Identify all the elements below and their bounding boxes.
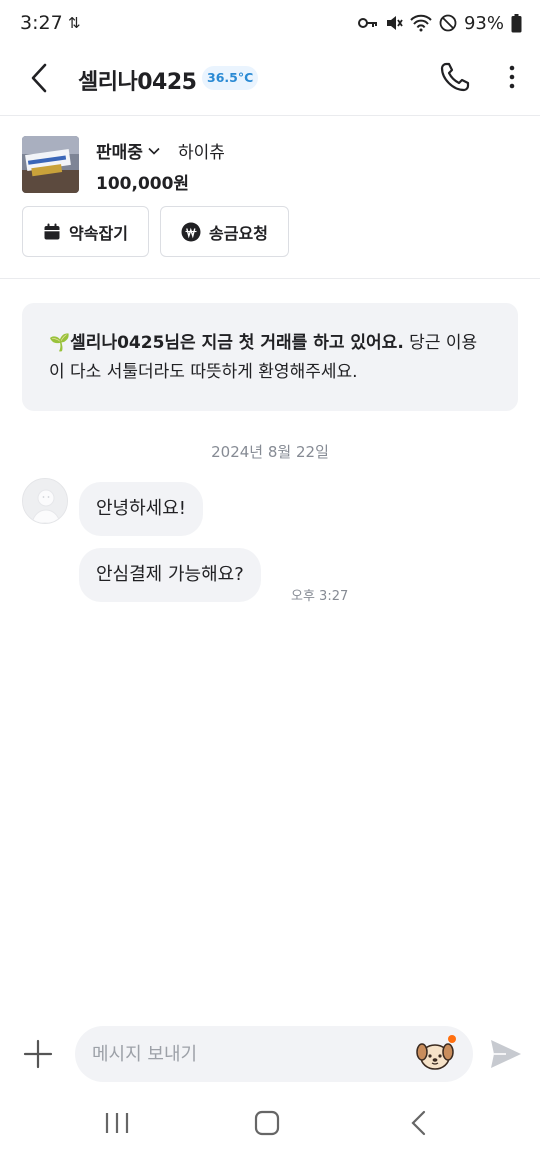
received-message-bubble[interactable]: 안녕하세요! bbox=[79, 482, 204, 536]
product-price: 100,000원 bbox=[96, 174, 190, 194]
back-button[interactable] bbox=[24, 62, 56, 94]
more-options-button[interactable] bbox=[498, 60, 526, 94]
request-transfer-label: 송금요청 bbox=[209, 223, 268, 243]
home-button[interactable] bbox=[254, 1110, 280, 1136]
emoticon-button[interactable] bbox=[416, 1038, 454, 1072]
message-timestamp: 오후 3:27 bbox=[291, 589, 349, 604]
make-appointment-label: 약속잡기 bbox=[69, 223, 128, 243]
chat-partner-name[interactable]: 셀리나0425 bbox=[78, 64, 197, 96]
partner-avatar[interactable] bbox=[22, 478, 68, 524]
call-button[interactable] bbox=[438, 60, 472, 94]
new-emoticon-dot bbox=[448, 1035, 456, 1043]
phone-icon bbox=[440, 62, 470, 92]
chat-header: 셀리나0425 36.5°C bbox=[0, 48, 540, 116]
wifi-icon bbox=[410, 14, 432, 32]
won-coin-icon bbox=[181, 222, 201, 241]
default-avatar-icon bbox=[23, 479, 67, 523]
plus-icon bbox=[23, 1039, 53, 1069]
send-icon bbox=[491, 1040, 521, 1068]
puppy-emoticon-icon bbox=[416, 1043, 454, 1070]
sprout-emoji: 🌱 bbox=[49, 333, 71, 353]
home-icon bbox=[254, 1110, 280, 1136]
key-icon bbox=[357, 17, 378, 29]
chevron-down-icon bbox=[148, 147, 160, 155]
attach-button[interactable] bbox=[22, 1038, 54, 1070]
battery-percent: 93% bbox=[463, 12, 504, 34]
first-trade-notice: 🌱셀리나0425님은 지금 첫 거래를 하고 있어요. 당근 이용이 다소 서툴… bbox=[22, 303, 518, 411]
message-input-container bbox=[75, 1026, 473, 1082]
notice-bold-text: 셀리나0425님은 지금 첫 거래를 하고 있어요. bbox=[70, 333, 404, 353]
status-time: 3:27 bbox=[20, 12, 63, 34]
sale-status-label: 판매중 bbox=[96, 143, 143, 163]
status-icons: 93% bbox=[357, 10, 522, 36]
request-transfer-button[interactable]: 송금요청 bbox=[160, 206, 289, 257]
received-message-bubble[interactable]: 안심결제 가능해요? bbox=[79, 548, 261, 602]
mute-icon bbox=[385, 14, 403, 32]
date-separator: 2024년 8월 22일 bbox=[211, 443, 329, 461]
product-card: 판매중 하이츄 100,000원 약속잡기 송금요청 bbox=[0, 116, 540, 279]
product-name[interactable]: 하이츄 bbox=[178, 138, 225, 163]
message-input[interactable] bbox=[92, 1026, 412, 1082]
chevron-left-icon bbox=[411, 1110, 426, 1136]
system-navigation-bar bbox=[0, 1090, 540, 1158]
recents-icon bbox=[105, 1113, 129, 1133]
battery-icon bbox=[511, 13, 522, 33]
send-button[interactable] bbox=[489, 1038, 523, 1070]
sync-icon: ⇅ bbox=[68, 14, 81, 32]
back-arrow-icon bbox=[31, 63, 47, 93]
do-not-disturb-icon bbox=[439, 14, 457, 32]
calendar-icon bbox=[44, 223, 60, 239]
manner-temperature-badge: 36.5°C bbox=[202, 66, 259, 90]
recent-apps-button[interactable] bbox=[104, 1111, 130, 1135]
product-thumbnail[interactable] bbox=[22, 136, 79, 193]
more-vertical-icon bbox=[509, 65, 515, 89]
sale-status-dropdown[interactable]: 판매중 bbox=[96, 138, 161, 163]
system-back-button[interactable] bbox=[408, 1110, 430, 1136]
make-appointment-button[interactable]: 약속잡기 bbox=[22, 206, 149, 257]
status-bar: 3:27 ⇅ 93% bbox=[0, 0, 540, 48]
